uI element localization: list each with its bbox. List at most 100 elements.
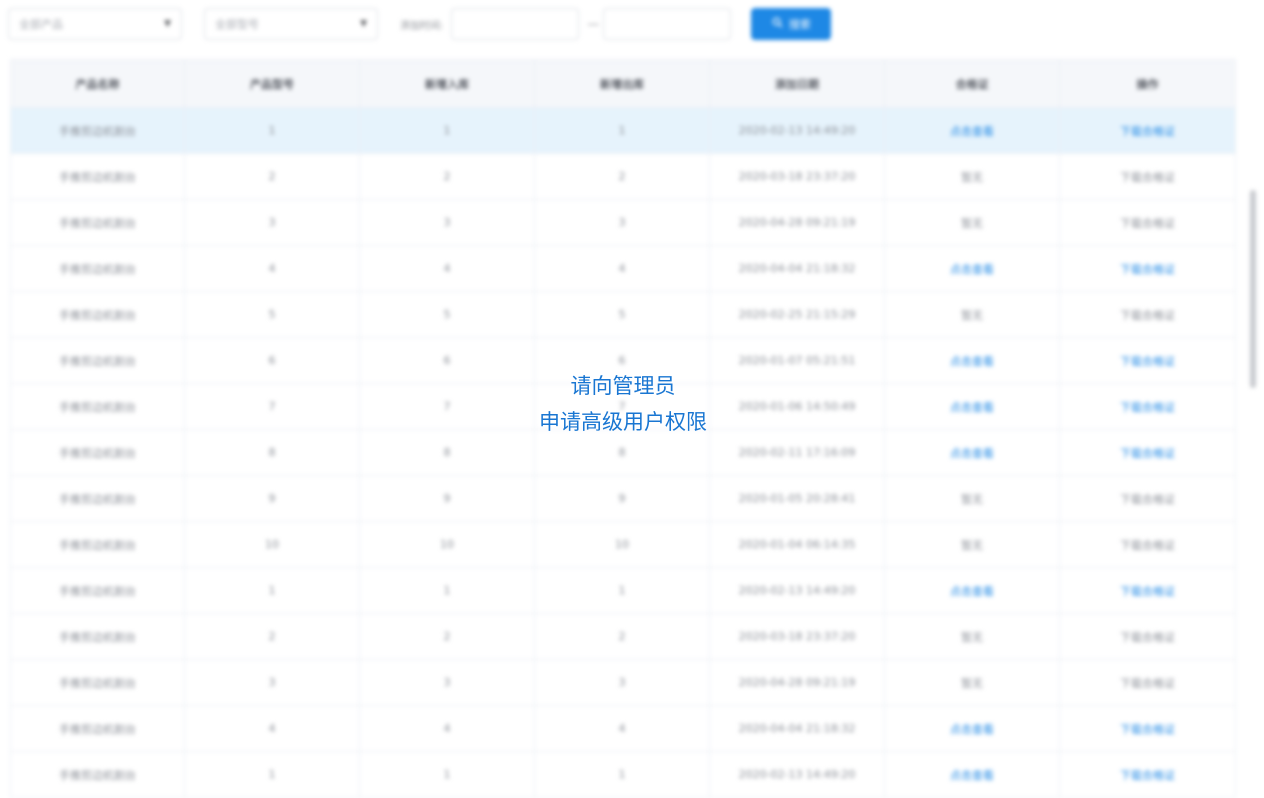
cell-date: 2020-03-18 23:37:20 bbox=[710, 154, 885, 199]
table-row[interactable]: 手推剪边机割台 4 4 4 2020-04-04 21:18:32 点击查看 下载合格证 bbox=[11, 706, 1235, 752]
cell-date: 2020-04-04 21:18:32 bbox=[710, 246, 885, 291]
cell-stock-in: 1 bbox=[360, 568, 535, 613]
table-row[interactable]: 手推剪边机割台 3 3 3 2020-04-28 09:21:19 暂无 下载合格证 bbox=[11, 200, 1235, 246]
cell-product-model: 1 bbox=[185, 568, 360, 613]
table-row[interactable]: 手推剪边机割台 1 1 1 2020-02-13 14:49:20 点击查看 下载合格证 bbox=[11, 568, 1235, 614]
cell-action[interactable]: 下载合格证 bbox=[1060, 568, 1235, 613]
permission-notice-line1: 请向管理员 bbox=[570, 374, 676, 398]
cell-stock-in: 4 bbox=[360, 246, 535, 291]
cell-date: 2020-04-28 09:21:19 bbox=[710, 200, 885, 245]
cell-stock-out: 2 bbox=[535, 614, 710, 659]
cell-action: 下载合格证 bbox=[1120, 538, 1175, 552]
header-certificate: 合格证 bbox=[885, 60, 1060, 107]
table-row[interactable]: 手推剪边机割台 3 3 3 2020-04-28 09:21:19 暂无 下载合格证 bbox=[11, 660, 1235, 706]
cell-product-model: 3 bbox=[185, 200, 360, 245]
table-row[interactable]: 手推剪边机割台 5 5 5 2020-02-25 21:15:29 暂无 下载合格证 bbox=[11, 292, 1235, 338]
cell-stock-out: 5 bbox=[535, 292, 710, 337]
cell-date: 2020-01-05 20:28:41 bbox=[710, 476, 885, 521]
cell-stock-in: 3 bbox=[360, 660, 535, 705]
scrollbar-track[interactable] bbox=[1248, 58, 1258, 786]
cell-action: 下载合格证 bbox=[1120, 676, 1175, 690]
cell-action: 下载合格证 bbox=[1120, 216, 1175, 230]
scrollbar-thumb[interactable] bbox=[1250, 190, 1256, 388]
search-button[interactable]: 搜索 bbox=[751, 8, 832, 40]
table-row[interactable]: 手推剪边机割台 4 4 4 2020-04-04 21:18:32 点击查看 下载合格证 bbox=[11, 246, 1235, 292]
cell-date: 2020-02-25 21:15:29 bbox=[710, 292, 885, 337]
product-select-value: 全部产品 bbox=[19, 18, 63, 31]
cell-product-name: 手推剪边机割台 bbox=[11, 246, 185, 291]
chevron-down-icon: ▼ bbox=[164, 19, 171, 29]
cell-stock-out: 9 bbox=[535, 476, 710, 521]
cell-product-name: 手推剪边机割台 bbox=[11, 108, 185, 153]
cell-product-model: 3 bbox=[185, 660, 360, 705]
cell-product-model: 4 bbox=[185, 246, 360, 291]
cell-product-model: 4 bbox=[185, 706, 360, 751]
cell-product-model: 1 bbox=[185, 108, 360, 153]
cell-certificate: 暂无 bbox=[885, 292, 1060, 337]
cell-stock-out: 3 bbox=[535, 200, 710, 245]
cell-stock-in: 1 bbox=[360, 108, 535, 153]
table-row[interactable]: 手推剪边机割台 1 1 1 2020-02-13 14:49:20 点击查看 下载合格证 bbox=[11, 108, 1235, 154]
cell-action[interactable]: 下载合格证 bbox=[1060, 752, 1235, 797]
cell-product-model: 5 bbox=[185, 292, 360, 337]
filter-toolbar: 全部产品 ▼ 全部型号 ▼ 添加时间: — 搜索 bbox=[8, 7, 832, 41]
cell-product-model: 9 bbox=[185, 476, 360, 521]
cell-stock-out: 3 bbox=[535, 660, 710, 705]
header-actions: 操作 bbox=[1136, 77, 1159, 91]
cell-certificate: 暂无 bbox=[885, 614, 1060, 659]
cell-stock-in: 9 bbox=[360, 476, 535, 521]
date-label: 添加时间: bbox=[400, 20, 444, 32]
cell-date: 2020-02-13 14:49:20 bbox=[710, 568, 885, 613]
table-row[interactable]: 手推剪边机割台 1 1 1 2020-02-13 14:49:20 点击查看 下载合格证 bbox=[11, 752, 1235, 797]
table-row[interactable]: 手推剪边机割台 2 2 2 2020-03-18 23:37:20 暂无 下载合格证 bbox=[11, 614, 1235, 660]
cell-certificate[interactable]: 点击查看 bbox=[885, 752, 1060, 797]
date-separator: — bbox=[587, 17, 600, 31]
cell-certificate[interactable]: 点击查看 bbox=[885, 108, 1060, 153]
cell-certificate: 暂无 bbox=[885, 522, 1060, 567]
cell-stock-in: 2 bbox=[360, 614, 535, 659]
product-select[interactable]: 全部产品 ▼ bbox=[8, 8, 182, 40]
cell-product-name: 手推剪边机割台 bbox=[11, 200, 185, 245]
table-body: 手推剪边机割台 1 1 1 2020-02-13 14:49:20 点击查看 下载合格证 手推… bbox=[11, 108, 1235, 797]
start-date-input[interactable] bbox=[451, 8, 580, 40]
cell-stock-out: 4 bbox=[535, 706, 710, 751]
cell-stock-out: 10 bbox=[535, 522, 710, 567]
cell-action: 下载合格证 bbox=[1120, 308, 1175, 322]
model-select[interactable]: 全部型号 ▼ bbox=[204, 8, 378, 40]
cell-product-name: 手推剪边机割台 bbox=[11, 476, 185, 521]
cell-certificate[interactable]: 点击查看 bbox=[885, 706, 1060, 751]
cell-action[interactable]: 下载合格证 bbox=[1060, 706, 1235, 751]
cell-certificate[interactable]: 点击查看 bbox=[885, 568, 1060, 613]
cell-date: 2020-03-18 23:37:20 bbox=[710, 614, 885, 659]
end-date-input[interactable] bbox=[603, 8, 732, 40]
cell-product-model: 2 bbox=[185, 154, 360, 199]
cell-product-name: 手推剪边机割台 bbox=[11, 706, 185, 751]
cell-stock-out: 1 bbox=[535, 108, 710, 153]
cell-product-name: 手推剪边机割台 bbox=[11, 292, 185, 337]
cell-certificate: 暂无 bbox=[885, 154, 1060, 199]
cell-action[interactable]: 下载合格证 bbox=[1060, 246, 1235, 291]
cell-action[interactable]: 下载合格证 bbox=[1060, 108, 1235, 153]
cell-product-name: 手推剪边机割台 bbox=[11, 614, 185, 659]
permission-notice: 请向管理员 申请高级用户权限 bbox=[0, 368, 1246, 440]
cell-stock-in: 3 bbox=[360, 200, 535, 245]
header-stock-in: 新增入库 bbox=[360, 60, 535, 107]
table-row[interactable]: 手推剪边机割台 9 9 9 2020-01-05 20:28:41 暂无 下载合格证 bbox=[11, 476, 1235, 522]
cell-action: 下载合格证 bbox=[1120, 170, 1175, 184]
cell-product-name: 手推剪边机割台 bbox=[11, 752, 185, 797]
cell-date: 2020-02-13 14:49:20 bbox=[710, 752, 885, 797]
table-row[interactable]: 手推剪边机割台 10 10 10 2020-01-04 06:14:35 暂无 下载合格证 bbox=[11, 522, 1235, 568]
cell-certificate: 暂无 bbox=[885, 200, 1060, 245]
table-row[interactable]: 手推剪边机割台 2 2 2 2020-03-18 23:37:20 暂无 下载合格证 bbox=[11, 154, 1235, 200]
cell-product-model: 2 bbox=[185, 614, 360, 659]
cell-date: 2020-02-13 14:49:20 bbox=[710, 108, 885, 153]
cell-date: 2020-01-04 06:14:35 bbox=[710, 522, 885, 567]
cell-stock-out: 1 bbox=[535, 568, 710, 613]
header-date: 添加日期 bbox=[710, 60, 885, 107]
header-product-name: 产品名称 bbox=[11, 60, 185, 107]
cell-certificate[interactable]: 点击查看 bbox=[885, 246, 1060, 291]
cell-product-name: 手推剪边机割台 bbox=[11, 568, 185, 613]
header-stock-out: 新增出库 bbox=[535, 60, 710, 107]
cell-product-model: 1 bbox=[185, 752, 360, 797]
cell-product-model: 10 bbox=[185, 522, 360, 567]
